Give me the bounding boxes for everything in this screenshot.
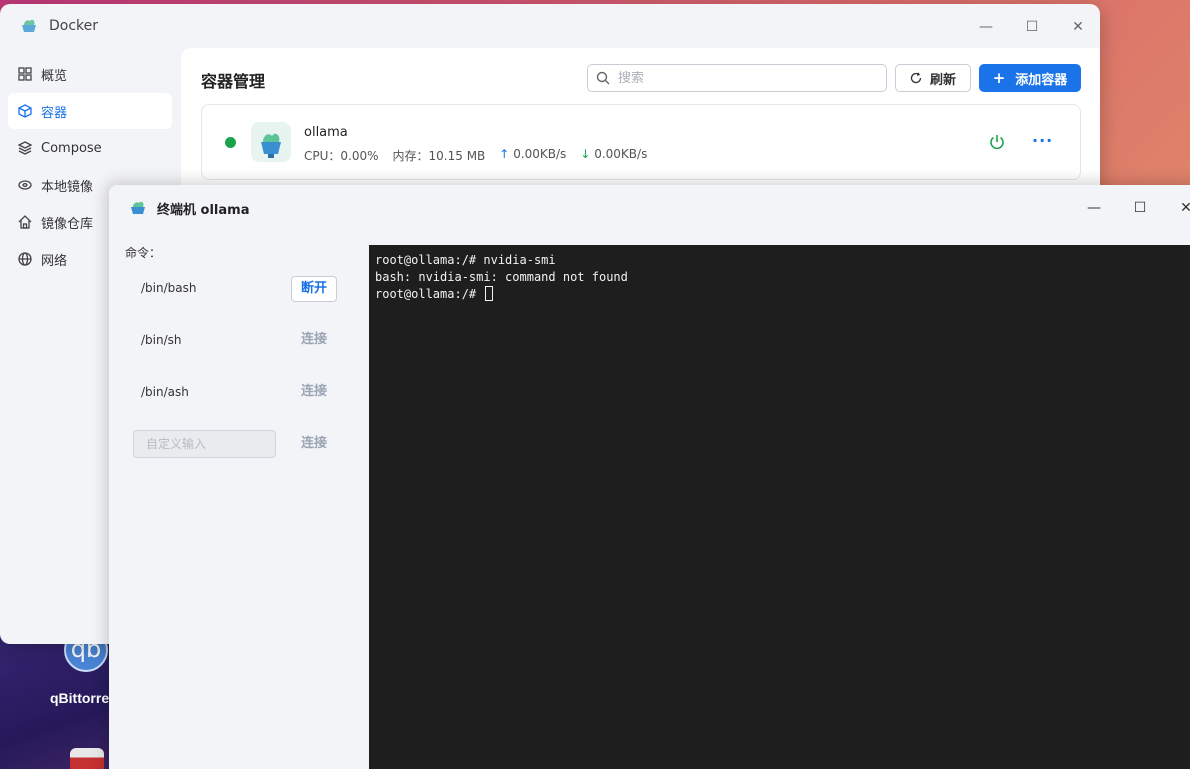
download-rate: ↓ 0.00KB/s bbox=[580, 147, 648, 161]
docker-titlebar[interactable]: Docker — ☐ ✕ bbox=[0, 4, 1100, 48]
docker-window-title: Docker bbox=[49, 18, 99, 34]
terminal-output[interactable]: root@ollama:/# nvidia-smi bash: nvidia-s… bbox=[369, 245, 1190, 769]
arrow-up-icon: ↑ bbox=[499, 147, 510, 161]
connect-button[interactable]: 连接 bbox=[291, 432, 337, 458]
search-box[interactable] bbox=[587, 64, 887, 92]
command-row-sh: /bin/sh 连接 bbox=[125, 326, 345, 356]
layers-icon bbox=[18, 141, 32, 155]
terminal-app-logo-icon bbox=[131, 201, 145, 214]
terminal-maximize-button[interactable]: ☐ bbox=[1127, 195, 1153, 221]
memory-usage: 内存：10.15 MB bbox=[392, 149, 486, 163]
desktop-app-icon[interactable] bbox=[70, 748, 104, 769]
more-options-button[interactable]: ··· bbox=[1032, 131, 1053, 150]
connect-button[interactable]: 连接 bbox=[291, 380, 337, 406]
upload-rate: ↑ 0.00KB/s bbox=[499, 147, 567, 161]
terminal-prompt-line: root@ollama:/# bbox=[375, 286, 1190, 303]
container-stats: CPU：0.00% 内存：10.15 MB ↑ 0.00KB/s ↓ 0.00K… bbox=[304, 147, 647, 164]
sidebar-item-label: 镜像仓库 bbox=[41, 216, 94, 232]
close-button[interactable]: ✕ bbox=[1065, 14, 1091, 40]
terminal-cursor bbox=[485, 286, 494, 301]
terminal-window: 终端机 ollama — ☐ ✕ 命令： /bin/bash 断开 /bin/s… bbox=[109, 185, 1190, 769]
sidebar-item-label: 本地镜像 bbox=[41, 179, 94, 195]
sidebar-item-compose[interactable]: Compose bbox=[8, 130, 172, 166]
sidebar-item-label: Compose bbox=[41, 140, 102, 156]
sidebar-item-containers[interactable]: 容器 bbox=[8, 93, 172, 129]
page-title: 容器管理 bbox=[201, 72, 266, 91]
ollama-logo-icon bbox=[261, 133, 281, 158]
command-row-bash: /bin/bash 断开 bbox=[125, 274, 345, 304]
terminal-line: bash: nvidia-smi: command not found bbox=[375, 270, 628, 284]
terminal-window-title: 终端机 ollama bbox=[157, 203, 250, 218]
cpu-usage: CPU：0.00% bbox=[304, 149, 379, 163]
terminal-minimize-button[interactable]: — bbox=[1081, 195, 1107, 221]
add-container-label: 添加容器 bbox=[1015, 72, 1068, 88]
refresh-label: 刷新 bbox=[929, 72, 956, 88]
sidebar-item-label: 网络 bbox=[41, 253, 68, 269]
command-row-custom: 连接 bbox=[125, 430, 345, 460]
command-name: /bin/bash bbox=[141, 281, 197, 295]
search-input[interactable] bbox=[618, 70, 868, 86]
command-label: 命令： bbox=[125, 246, 162, 260]
terminal-close-button[interactable]: ✕ bbox=[1173, 195, 1190, 221]
disk-icon bbox=[18, 180, 32, 190]
terminal-line: root@ollama:/# nvidia-smi bbox=[375, 253, 556, 267]
qbittorrent-app-label[interactable]: qBittorre bbox=[50, 690, 109, 706]
disconnect-button[interactable]: 断开 bbox=[291, 276, 337, 302]
refresh-icon bbox=[910, 72, 922, 84]
home-icon bbox=[18, 215, 32, 229]
maximize-button[interactable]: ☐ bbox=[1019, 14, 1045, 40]
add-container-button[interactable]: + 添加容器 bbox=[979, 64, 1081, 92]
container-card[interactable]: ollama CPU：0.00% 内存：10.15 MB ↑ 0.00KB/s … bbox=[201, 104, 1081, 180]
container-name[interactable]: ollama bbox=[304, 125, 348, 140]
custom-command-input[interactable] bbox=[133, 430, 276, 458]
command-name: /bin/ash bbox=[141, 385, 189, 399]
refresh-button[interactable]: 刷新 bbox=[895, 64, 971, 92]
sidebar-item-label: 容器 bbox=[41, 105, 68, 121]
command-row-ash: /bin/ash 连接 bbox=[125, 378, 345, 408]
grid-icon bbox=[18, 67, 32, 81]
search-icon bbox=[596, 71, 610, 85]
arrow-down-icon: ↓ bbox=[580, 147, 591, 161]
container-icon bbox=[251, 122, 291, 162]
connect-button[interactable]: 连接 bbox=[291, 328, 337, 354]
command-name: /bin/sh bbox=[141, 333, 182, 347]
minimize-button[interactable]: — bbox=[973, 14, 999, 40]
status-indicator bbox=[225, 137, 236, 148]
sidebar-item-label: 概览 bbox=[41, 68, 68, 84]
cube-icon bbox=[18, 104, 32, 118]
plus-icon: + bbox=[992, 69, 1006, 87]
globe-icon bbox=[18, 252, 32, 266]
power-button[interactable] bbox=[988, 133, 1006, 151]
sidebar-item-overview[interactable]: 概览 bbox=[8, 56, 172, 92]
docker-app-logo-icon bbox=[22, 19, 36, 32]
